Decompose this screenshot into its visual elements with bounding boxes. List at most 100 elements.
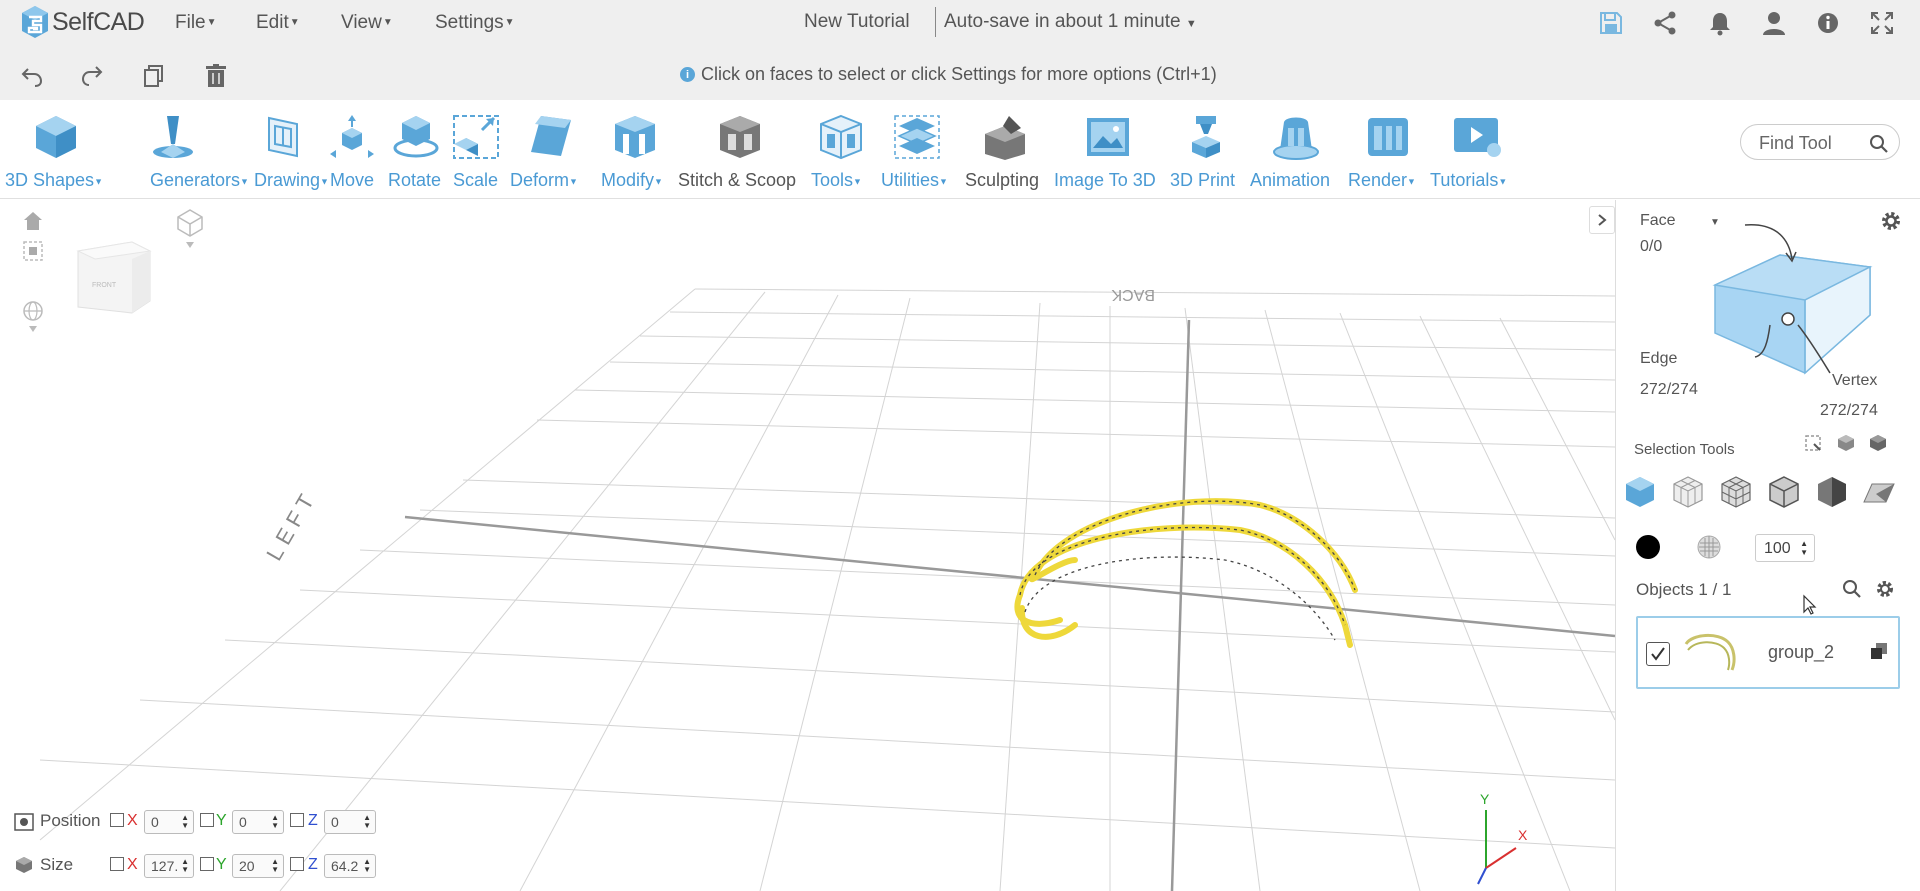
color-swatch[interactable] (1636, 535, 1660, 559)
select-area-icon[interactable] (1804, 434, 1822, 452)
object-list-item[interactable]: group_2 (1636, 616, 1900, 689)
menu-file[interactable]: File▼ (175, 12, 217, 34)
select-half-cube-icon[interactable] (1816, 475, 1848, 509)
selection-mode-dropdown[interactable]: Face ▼ (1640, 212, 1720, 230)
tool-stitch-scoop[interactable]: Stitch & Scoop (678, 100, 803, 199)
menu-settings[interactable]: Settings▼ (435, 12, 515, 34)
tool-generators[interactable]: Generators▼ (108, 100, 263, 199)
stitch-scoop-icon (720, 116, 760, 158)
edge-count: 272/274 (1640, 381, 1698, 398)
tool-scale-label: Scale (453, 170, 499, 190)
app-name: SelfCAD (52, 7, 145, 36)
notifications-bell-icon[interactable] (1707, 10, 1733, 36)
position-z-checkbox[interactable] (290, 813, 304, 827)
document-title[interactable]: New Tutorial (804, 11, 910, 33)
spinner-arrows-icon[interactable]: ▲ ▼ (271, 814, 279, 830)
position-z-value: 0 (331, 814, 339, 830)
info-small-icon: i (680, 67, 695, 82)
size-y-input[interactable]: 20 ▲ ▼ (232, 854, 284, 878)
caret-down-icon: ▼ (654, 176, 663, 187)
autosave-dropdown[interactable]: Auto-save in about 1 minute ▼ (944, 11, 1197, 33)
spinner-arrows-icon[interactable]: ▲ ▼ (271, 858, 279, 874)
find-tool-search[interactable]: Find Tool (1740, 124, 1900, 160)
opacity-input[interactable]: 100 ▲ ▼ (1755, 534, 1815, 562)
vertex-count: 272/274 (1820, 402, 1878, 419)
menu-edit[interactable]: Edit▼ (256, 12, 300, 34)
position-x-checkbox[interactable] (110, 813, 124, 827)
position-z-input[interactable]: 0 ▲ ▼ (324, 810, 376, 834)
tool-sculpting[interactable]: Sculpting (965, 100, 1055, 199)
select-edges-grid-icon[interactable] (1720, 475, 1752, 509)
redo-icon[interactable] (80, 63, 104, 89)
view-cube[interactable]: FRONT (70, 237, 155, 327)
position-x-input[interactable]: 0 ▲ ▼ (144, 810, 194, 834)
tool-deform[interactable]: Deform▼ (505, 100, 593, 199)
tool-tools[interactable]: Tools▼ (803, 100, 881, 199)
tool-label-text: Drawing (254, 170, 321, 190)
select-wire-cube-icon[interactable] (1768, 475, 1800, 509)
info-icon[interactable] (1815, 10, 1841, 36)
tool-image-to-3d[interactable]: Image To 3D (1053, 100, 1163, 199)
size-x-checkbox[interactable] (110, 857, 124, 871)
fit-view-icon[interactable] (22, 240, 44, 262)
tool-drawing[interactable]: Drawing▼ (254, 100, 329, 199)
home-view-icon[interactable] (22, 210, 44, 232)
share-icon[interactable] (1652, 10, 1678, 36)
spinner-arrows-icon[interactable]: ▲ ▼ (1800, 539, 1808, 557)
spinner-arrows-icon[interactable]: ▲ ▼ (181, 814, 189, 830)
spinner-arrows-icon[interactable]: ▲ ▼ (363, 814, 371, 830)
grid-lines (39, 288, 1615, 891)
save-icon[interactable] (1598, 10, 1624, 36)
tool-tutorials[interactable]: Tutorials▼ (1430, 100, 1530, 199)
delete-trash-icon[interactable] (204, 63, 228, 89)
gear-icon[interactable] (1880, 210, 1902, 232)
position-y-input[interactable]: 0 ▲ ▼ (232, 810, 284, 834)
tool-stitch-scoop-label: Stitch & Scoop (678, 170, 797, 190)
generators-icon (153, 116, 193, 158)
fullscreen-icon[interactable] (1869, 10, 1895, 36)
tool-render[interactable]: Render▼ (1348, 100, 1430, 199)
tool-scale[interactable]: Scale (447, 100, 505, 199)
menu-view[interactable]: View▼ (341, 12, 393, 34)
view-mode-icon[interactable] (175, 208, 205, 252)
render-icon (1368, 118, 1408, 156)
objects-settings-gear-icon[interactable] (1875, 579, 1895, 599)
select-solid-icon[interactable] (1868, 433, 1888, 453)
copy-icon[interactable] (142, 63, 166, 89)
tool-animation-label: Animation (1250, 170, 1331, 190)
search-objects-icon[interactable] (1842, 579, 1862, 599)
tools-cube-icon (820, 114, 862, 160)
3d-viewport[interactable]: BACK LEFT Y X FRONT (0, 200, 1615, 891)
tool-move[interactable]: Move (325, 100, 385, 199)
size-x-input[interactable]: 127. ▲ ▼ (144, 854, 194, 878)
size-z-input[interactable]: 64.2 ▲ ▼ (324, 854, 376, 878)
tool-3d-print[interactable]: 3D Print (1170, 100, 1245, 199)
select-object-cube-icon[interactable] (1624, 475, 1656, 509)
size-z-checkbox[interactable] (290, 857, 304, 871)
object-group-icon[interactable] (1870, 642, 1888, 660)
perspective-globe-icon[interactable] (22, 300, 44, 334)
selfcad-logo[interactable]: SelfCAD (20, 4, 145, 40)
tool-label-text: Render (1348, 170, 1408, 190)
texture-icon[interactable] (1696, 534, 1722, 560)
menu-view-label: View (341, 12, 382, 33)
object-visibility-checkbox[interactable] (1646, 642, 1670, 666)
spinner-arrows-icon[interactable]: ▲ ▼ (363, 858, 371, 874)
spinner-arrows-icon[interactable]: ▲ ▼ (181, 858, 189, 874)
selected-object-group-2[interactable] (1014, 498, 1358, 648)
tool-deform-label: Deform▼ (510, 170, 578, 191)
select-plane-icon[interactable] (1862, 480, 1896, 506)
user-account-icon[interactable] (1761, 10, 1787, 36)
position-y-checkbox[interactable] (200, 813, 214, 827)
select-faces-grid-icon[interactable] (1672, 475, 1704, 509)
modify-icon (615, 116, 655, 158)
select-cubes-icon[interactable] (1836, 433, 1856, 453)
search-icon[interactable] (1869, 134, 1889, 154)
panel-collapse-button[interactable] (1589, 206, 1615, 234)
tool-animation[interactable]: Animation (1250, 100, 1350, 199)
tool-modify[interactable]: Modify▼ (593, 100, 678, 199)
size-y-checkbox[interactable] (200, 857, 214, 871)
tool-3d-shapes[interactable]: 3D Shapes▼ (0, 100, 108, 199)
undo-icon[interactable] (20, 63, 44, 89)
tool-rotate[interactable]: Rotate (385, 100, 447, 199)
